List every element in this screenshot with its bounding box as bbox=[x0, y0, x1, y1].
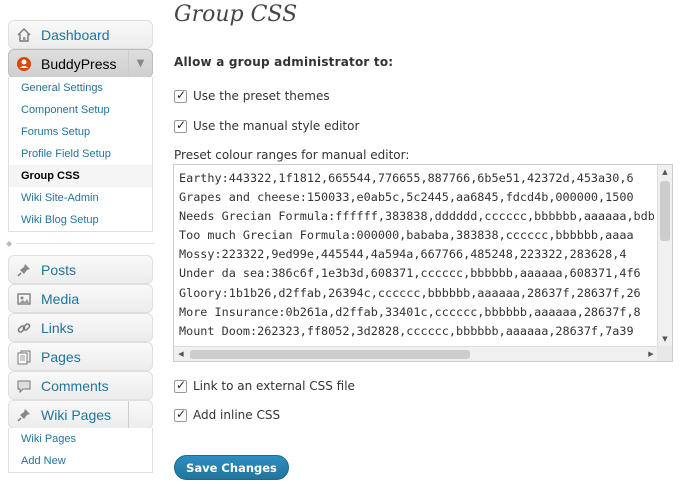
scroll-up-icon[interactable]: ▲ bbox=[658, 165, 672, 179]
menu-comments[interactable]: Comments bbox=[8, 371, 153, 400]
menu-separator: ◆ bbox=[6, 239, 155, 248]
horizontal-scroll-thumb[interactable] bbox=[190, 350, 470, 359]
vertical-scroll-thumb[interactable] bbox=[660, 181, 670, 241]
link-icon bbox=[15, 319, 33, 337]
scroll-down-icon[interactable]: ▼ bbox=[658, 332, 672, 346]
preset-themes-option[interactable]: Use the preset themes bbox=[174, 88, 330, 103]
submenu-profile-field-setup[interactable]: Profile Field Setup bbox=[9, 143, 152, 165]
submenu-group-css[interactable]: Group CSS bbox=[9, 165, 152, 187]
submenu-general-settings[interactable]: General Settings bbox=[9, 77, 152, 99]
preset-colour-line: Too much Grecian Formula:000000,bababa,3… bbox=[179, 228, 634, 243]
inline-css-option[interactable]: Add inline CSS bbox=[174, 407, 281, 422]
external-css-label: Link to an external CSS file bbox=[193, 379, 355, 393]
page-title: Group CSS bbox=[174, 2, 298, 27]
buddypress-icon bbox=[15, 55, 33, 73]
section-heading: Allow a group administrator to: bbox=[174, 55, 394, 69]
pin-icon bbox=[15, 261, 33, 279]
chevron-down-icon[interactable] bbox=[128, 401, 152, 428]
wiki-pages-submenu: Wiki Pages Add New bbox=[8, 428, 153, 473]
menu-pages[interactable]: Pages bbox=[8, 342, 153, 371]
submenu-wiki-pages[interactable]: Wiki Pages bbox=[9, 428, 152, 450]
preset-themes-label: Use the preset themes bbox=[193, 89, 330, 103]
vertical-scrollbar[interactable]: ▲ ▼ bbox=[657, 165, 672, 346]
horizontal-scrollbar[interactable]: ◀ ▶ bbox=[174, 346, 658, 361]
submenu-wiki-blog-setup[interactable]: Wiki Blog Setup bbox=[9, 209, 152, 231]
menu-comments-label: Comments bbox=[41, 377, 109, 394]
preset-colour-line: Grapes and cheese:150033,e0ab5c,5c2445,a… bbox=[179, 190, 634, 205]
preset-colour-lines: Earthy:443322,1f1812,665544,776655,88776… bbox=[179, 169, 654, 341]
external-css-option[interactable]: Link to an external CSS file bbox=[174, 378, 355, 393]
menu-buddypress[interactable]: BuddyPress ▼ bbox=[8, 49, 153, 78]
menu-links[interactable]: Links bbox=[8, 313, 153, 342]
preset-colour-line: Under da sea:386c6f,1e3b3d,608371,cccccc… bbox=[179, 266, 641, 281]
manual-editor-option[interactable]: Use the manual style editor bbox=[174, 118, 360, 133]
preset-colour-line: More Insurance:0b261a,d2ffab,33401c,cccc… bbox=[179, 304, 641, 319]
external-css-checkbox[interactable] bbox=[174, 378, 187, 393]
preset-themes-checkbox[interactable] bbox=[174, 88, 187, 103]
buddypress-submenu: General Settings Component Setup Forums … bbox=[8, 77, 153, 232]
chevron-down-icon[interactable]: ▼ bbox=[128, 50, 152, 77]
menu-pages-label: Pages bbox=[41, 348, 81, 365]
main-content: Group CSS Allow a group administrator to… bbox=[160, 0, 689, 484]
manual-editor-label: Use the manual style editor bbox=[193, 119, 360, 133]
menu-media-label: Media bbox=[41, 290, 80, 307]
submenu-wiki-site-admin[interactable]: Wiki Site-Admin bbox=[9, 187, 152, 209]
menu-dashboard[interactable]: Dashboard bbox=[8, 20, 153, 49]
submenu-add-new[interactable]: Add New bbox=[9, 450, 152, 472]
preset-colour-line: Earthy:443322,1f1812,665544,776655,88776… bbox=[179, 171, 634, 185]
preset-colour-line: Gloory:1b1b26,d2ffab,26394c,cccccc,bbbbb… bbox=[179, 285, 641, 300]
submenu-component-setup[interactable]: Component Setup bbox=[9, 99, 152, 121]
preset-colour-line: Mossy:223322,9ed99e,445544,4a594a,667766… bbox=[179, 247, 627, 262]
media-icon bbox=[15, 290, 33, 308]
scroll-right-icon[interactable]: ▶ bbox=[644, 347, 658, 361]
house-icon bbox=[15, 26, 33, 44]
preset-colour-line: Mount Doom:262323,ff8052,3d2828,cccccc,b… bbox=[179, 323, 634, 338]
submenu-forums-setup[interactable]: Forums Setup bbox=[9, 121, 152, 143]
menu-posts-label: Posts bbox=[41, 261, 77, 278]
menu-wiki-pages[interactable]: Wiki Pages bbox=[8, 400, 153, 429]
pin-icon bbox=[15, 406, 33, 424]
menu-buddypress-label: BuddyPress bbox=[41, 55, 117, 72]
admin-sidebar: Dashboard BuddyPress ▼ General Settings … bbox=[0, 0, 160, 484]
preset-colour-label: Preset colour ranges for manual editor: bbox=[174, 148, 410, 162]
save-changes-button[interactable]: Save Changes bbox=[174, 455, 289, 480]
menu-posts[interactable]: Posts bbox=[8, 255, 153, 284]
preset-colour-line: Needs Grecian Formula:ffffff,383838,dddd… bbox=[179, 209, 654, 224]
manual-editor-checkbox[interactable] bbox=[174, 118, 187, 133]
menu-dashboard-label: Dashboard bbox=[41, 26, 110, 43]
pages-icon bbox=[15, 348, 33, 366]
scroll-left-icon[interactable]: ◀ bbox=[174, 347, 188, 361]
inline-css-checkbox[interactable] bbox=[174, 407, 187, 422]
menu-wiki-pages-label: Wiki Pages bbox=[41, 406, 112, 423]
inline-css-label: Add inline CSS bbox=[193, 408, 281, 422]
menu-media[interactable]: Media bbox=[8, 284, 153, 313]
resize-corner bbox=[657, 346, 672, 361]
preset-colour-textarea[interactable]: Earthy:443322,1f1812,665544,776655,88776… bbox=[173, 164, 673, 362]
speech-bubble-icon bbox=[15, 377, 33, 395]
menu-links-label: Links bbox=[41, 319, 74, 336]
